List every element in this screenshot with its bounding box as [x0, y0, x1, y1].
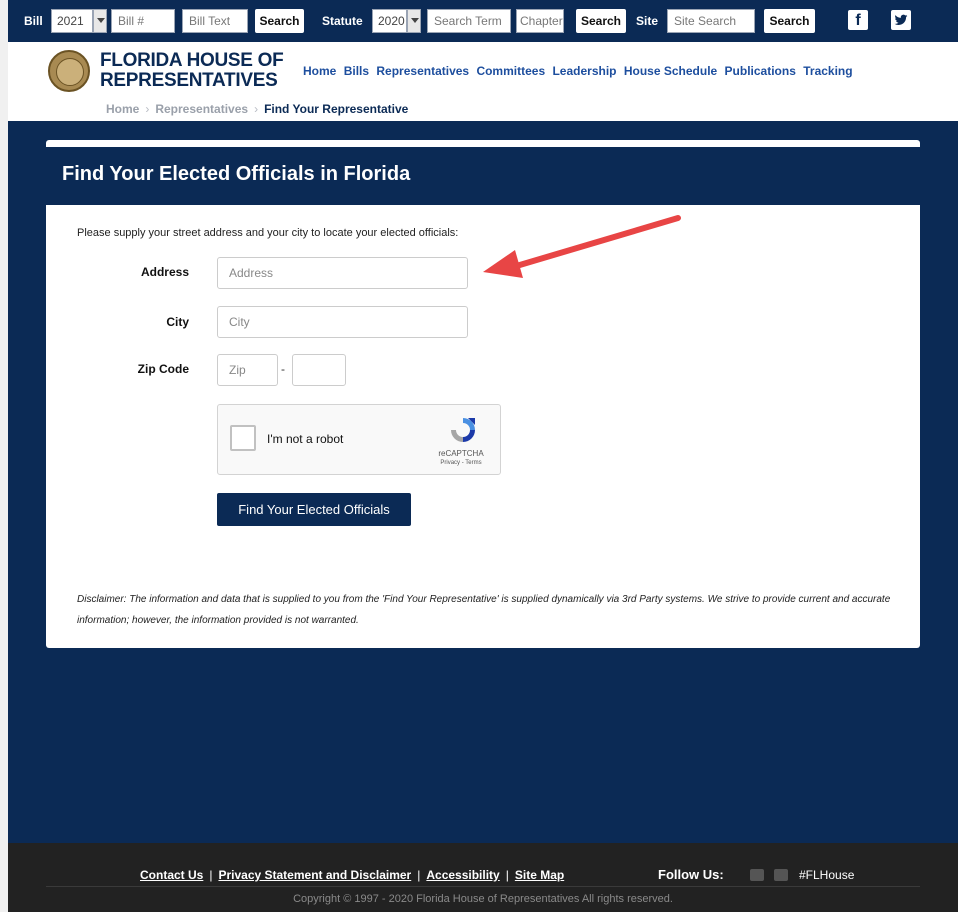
bill-year-dropdown-icon[interactable]	[93, 9, 107, 33]
breadcrumb-separator: ›	[145, 102, 150, 116]
footer-hashtag: #FLHouse	[799, 868, 855, 882]
main-nav: Home Bills Representatives Committees Le…	[303, 64, 857, 78]
city-label: City	[166, 315, 189, 329]
site-search-button[interactable]: Search	[764, 9, 815, 33]
zip-dash: -	[281, 362, 285, 376]
zip-input[interactable]: Zip	[217, 354, 278, 386]
site-footer: Contact Us | Privacy Statement and Disclai…	[8, 843, 958, 912]
site-logo-text[interactable]: FLORIDA HOUSE OF REPRESENTATIVES	[100, 50, 284, 91]
recaptcha-brand: reCAPTCHA	[438, 449, 484, 458]
breadcrumb-home[interactable]: Home	[106, 102, 139, 116]
footer-contact-us-link[interactable]: Contact Us	[140, 868, 203, 882]
site-header: FLORIDA HOUSE OF REPRESENTATIVES Home Bi…	[8, 42, 958, 121]
bill-label: Bill	[24, 14, 43, 28]
breadcrumb-current: Find Your Representative	[264, 102, 409, 116]
footer-youtube-icon[interactable]	[774, 869, 788, 881]
statute-year-select[interactable]: 2020	[372, 9, 407, 33]
recaptcha-checkbox[interactable]	[230, 425, 256, 451]
address-label: Address	[140, 265, 189, 279]
site-label: Site	[636, 14, 659, 28]
page-title: Find Your Elected Officials in Florida	[62, 163, 411, 185]
footer-accessibility-link[interactable]: Accessibility	[426, 868, 499, 882]
site-search-input[interactable]: Site Search	[667, 9, 755, 33]
footer-facebook-icon[interactable]	[750, 869, 764, 881]
footer-site-map-link[interactable]: Site Map	[515, 868, 564, 882]
footer-separator: |	[505, 868, 509, 882]
florida-house-seal-icon[interactable]	[48, 50, 90, 92]
recaptcha-logo-icon	[451, 418, 475, 442]
form-intro-text: Please supply your street address and yo…	[77, 227, 459, 239]
footer-links: Contact Us | Privacy Statement and Disclai…	[140, 868, 564, 882]
breadcrumb: Home › Representatives › Find Your Represent…	[106, 102, 408, 116]
twitter-icon[interactable]	[891, 10, 911, 30]
logo-line-2: REPRESENTATIVES	[100, 70, 278, 91]
follow-us-label: Follow Us:	[658, 867, 724, 882]
facebook-icon[interactable]: f	[848, 10, 868, 30]
footer-privacy-link[interactable]: Privacy Statement and Disclaimer	[218, 868, 411, 882]
breadcrumb-separator: ›	[254, 102, 259, 116]
address-input[interactable]: Address	[217, 257, 468, 289]
bill-number-input[interactable]: Bill #	[111, 9, 175, 33]
recaptcha-label: I'm not a robot	[267, 432, 344, 446]
annotation-arrow	[483, 215, 681, 278]
top-search-bar: Bill 2021 Bill # Bill Text Search Statut…	[8, 0, 958, 42]
bill-search-button[interactable]: Search	[255, 9, 304, 33]
nav-bills[interactable]: Bills	[344, 64, 369, 78]
chapter-input[interactable]: Chapter	[516, 9, 564, 33]
nav-home[interactable]: Home	[303, 64, 336, 78]
statute-year-dropdown-icon[interactable]	[407, 9, 421, 33]
card-header: Find Your Elected Officials in Florida	[46, 147, 920, 205]
zip-plus4-input[interactable]	[292, 354, 346, 386]
nav-committees[interactable]: Committees	[476, 64, 545, 78]
nav-representatives[interactable]: Representatives	[376, 64, 469, 78]
city-input[interactable]: City	[217, 306, 468, 338]
recaptcha-widget: I'm not a robot reCAPTCHA Privacy - Term…	[217, 404, 501, 475]
breadcrumb-representatives[interactable]: Representatives	[155, 102, 248, 116]
nav-leadership[interactable]: Leadership	[552, 64, 616, 78]
zip-code-label: Zip Code	[137, 362, 189, 376]
copyright-text: Copyright © 1997 - 2020 Florida House of…	[293, 893, 673, 905]
footer-separator: |	[417, 868, 421, 882]
logo-line-1: FLORIDA HOUSE OF	[100, 50, 284, 71]
statute-label: Statute	[322, 14, 363, 28]
page: Bill 2021 Bill # Bill Text Search Statut…	[8, 0, 958, 912]
bill-year-select[interactable]: 2021	[51, 9, 93, 33]
footer-divider	[46, 886, 920, 887]
statute-search-button[interactable]: Search	[576, 9, 626, 33]
footer-separator: |	[209, 868, 213, 882]
bill-text-input[interactable]: Bill Text	[182, 9, 248, 33]
nav-tracking[interactable]: Tracking	[803, 64, 852, 78]
find-officials-button[interactable]: Find Your Elected Officials	[217, 493, 411, 526]
nav-house-schedule[interactable]: House Schedule	[624, 64, 717, 78]
disclaimer-text: Disclaimer: The information and data tha…	[77, 594, 891, 626]
nav-publications[interactable]: Publications	[725, 64, 796, 78]
recaptcha-terms-link[interactable]: Privacy - Terms	[426, 460, 496, 466]
statute-term-input[interactable]: Search Term	[427, 9, 511, 33]
